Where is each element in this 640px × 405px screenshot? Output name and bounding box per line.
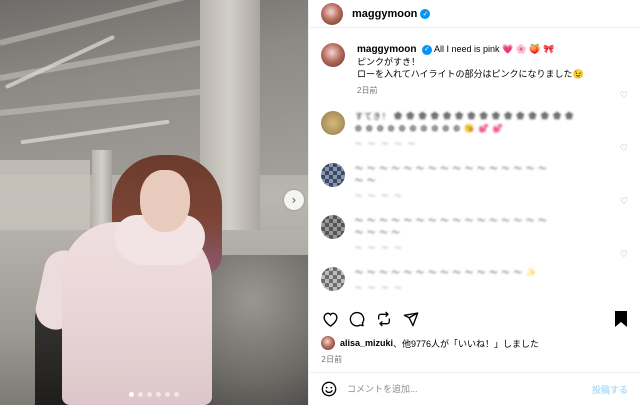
verified-badge-icon: ✓ <box>420 8 431 19</box>
comment-icon <box>349 311 365 327</box>
post-caption: maggymoon ✓ All I need is pink 💗 🌸 🍑 🎀 ピ… <box>309 29 640 97</box>
bookmark-icon <box>615 311 627 327</box>
liker-username[interactable]: alisa_mizuki <box>340 338 393 348</box>
comment-text-line-1: 〜 〜 〜 〜 〜 〜 〜 〜 〜 〜 〜 〜 〜 〜 〜 〜 <box>355 216 548 225</box>
caption-avatar[interactable] <box>321 43 345 67</box>
comment-body: すてき！ ✿ ✿ ✿ ✿ ✿ ✿ ✿ ✿ ✿ ✿ ✿ ✿ ✿ ✿ ✿ ✿ ✿ ✿… <box>355 111 605 149</box>
add-comment-bar: 投稿する <box>309 372 640 405</box>
save-button[interactable] <box>614 310 630 328</box>
comment-text-line-1: 〜 〜 〜 〜 〜 〜 〜 〜 〜 〜 〜 〜 〜 〜 ✨ <box>355 268 538 277</box>
comment-body: 〜 〜 〜 〜 〜 〜 〜 〜 〜 〜 〜 〜 〜 〜 〜 〜 〜 〜 〜 〜 … <box>355 215 605 253</box>
comment-text-line-1: すてき！ ✿ ✿ ✿ ✿ ✿ ✿ ✿ ✿ ✿ ✿ ✿ ✿ ✿ ✿ ✿ <box>355 112 575 121</box>
comment-item: 〜 〜 〜 〜 〜 〜 〜 〜 〜 〜 〜 〜 〜 〜 〜 〜 〜 〜 〜 〜 … <box>309 144 640 201</box>
comment-item: すてき！ ✿ ✿ ✿ ✿ ✿ ✿ ✿ ✿ ✿ ✿ ✿ ✿ ✿ ✿ ✿ ✿ ✿ ✿… <box>309 91 640 149</box>
caption-line-3: ローを入れてハイライトの部分はピンクになりました😉 <box>357 69 584 79</box>
heart-icon <box>322 312 338 327</box>
post-header: maggymoon ✓ <box>309 0 640 28</box>
header-username[interactable]: maggymoon <box>352 8 417 20</box>
action-bar <box>309 306 640 332</box>
comment-text-line-2: 〜 〜 <box>355 176 377 185</box>
comment-text-line-2: ✿ ✿ ✿ ✿ ✿ ✿ ✿ ✿ ✿ ✿ 😘 💕 💕 <box>355 124 504 133</box>
post-side-panel: maggymoon ✓ maggymoon ✓ All I need is pi… <box>308 0 640 405</box>
comment-avatar[interactable] <box>321 215 345 239</box>
comment-meta[interactable]: 〜 〜 〜 〜 <box>355 191 605 201</box>
comment-meta[interactable]: 〜 〜 〜 〜 <box>355 243 605 253</box>
carousel-dot[interactable] <box>138 392 143 397</box>
share-icon <box>403 312 419 327</box>
comment-item: 〜 〜 〜 〜 〜 〜 〜 〜 〜 〜 〜 〜 〜 〜 ✨ 〜 〜 〜 〜 ♡ <box>309 250 640 293</box>
caption-username[interactable]: maggymoon <box>357 44 416 55</box>
post-photo[interactable]: › <box>0 0 308 405</box>
comment-avatar[interactable] <box>321 111 345 135</box>
carousel-dot[interactable] <box>147 392 152 397</box>
comment-text-line-1: 〜 〜 〜 〜 〜 〜 〜 〜 〜 〜 〜 〜 〜 〜 〜 〜 <box>355 164 548 173</box>
share-button[interactable] <box>402 310 420 328</box>
photo-far-wall <box>0 160 90 240</box>
verified-badge-icon: ✓ <box>421 44 432 55</box>
avatar[interactable] <box>321 2 343 25</box>
comments-scroll-area[interactable]: maggymoon ✓ All I need is pink 💗 🌸 🍑 🎀 ピ… <box>309 29 640 298</box>
post-date[interactable]: 2日前 <box>321 354 342 365</box>
comment-avatar[interactable] <box>321 163 345 187</box>
caption-line-2: ピンクがすき！ <box>357 57 421 67</box>
comment-meta[interactable]: 〜 〜 〜 〜 <box>355 283 605 293</box>
caption-line-1: All I need is pink 💗 🌸 🍑 🎀 <box>433 44 555 54</box>
comment-body: 〜 〜 〜 〜 〜 〜 〜 〜 〜 〜 〜 〜 〜 〜 ✨ 〜 〜 〜 〜 <box>355 267 605 293</box>
caption-time[interactable]: 2日前 <box>357 85 617 97</box>
caption-body: maggymoon ✓ All I need is pink 💗 🌸 🍑 🎀 ピ… <box>357 43 617 97</box>
comment-button[interactable] <box>348 310 366 328</box>
carousel-dot[interactable] <box>156 392 161 397</box>
comment-meta[interactable]: 〜 〜 〜 〜 〜 <box>355 139 605 149</box>
heart-icon[interactable]: ♡ <box>620 197 628 207</box>
comment-item: 〜 〜 〜 〜 〜 〜 〜 〜 〜 〜 〜 〜 〜 〜 〜 〜 〜 〜 〜 〜 … <box>309 197 640 253</box>
emoji-icon[interactable] <box>321 381 337 397</box>
liker-avatar[interactable] <box>321 336 335 350</box>
photo-ceiling <box>0 0 308 175</box>
photo-face <box>140 170 190 232</box>
like-button[interactable] <box>321 310 339 328</box>
carousel-dot[interactable] <box>129 392 134 397</box>
carousel-dot[interactable] <box>165 392 170 397</box>
comment-text-line-2: 〜 〜 〜 〜 <box>355 228 401 237</box>
add-comment-input[interactable] <box>347 384 577 394</box>
heart-icon[interactable]: ♡ <box>620 91 628 101</box>
comment-avatar[interactable] <box>321 267 345 291</box>
comment-body: 〜 〜 〜 〜 〜 〜 〜 〜 〜 〜 〜 〜 〜 〜 〜 〜 〜 〜 〜 〜 … <box>355 163 605 201</box>
carousel-next-button[interactable]: › <box>284 190 304 210</box>
likes-rest[interactable]: 、他9776人が「いいね！」しました <box>393 337 539 350</box>
likes-summary: alisa_mizuki 、他9776人が「いいね！」しました <box>321 336 539 350</box>
chevron-right-icon: › <box>291 193 297 207</box>
heart-icon[interactable]: ♡ <box>620 144 628 154</box>
carousel-dot[interactable] <box>174 392 179 397</box>
heart-icon[interactable]: ♡ <box>620 250 628 260</box>
repost-button[interactable] <box>375 310 393 328</box>
repost-icon <box>378 311 390 327</box>
carousel-dots <box>0 392 308 397</box>
instagram-post: › maggymoon ✓ maggymoon ✓ All I need is … <box>0 0 640 405</box>
post-comment-button[interactable]: 投稿する <box>592 383 628 396</box>
